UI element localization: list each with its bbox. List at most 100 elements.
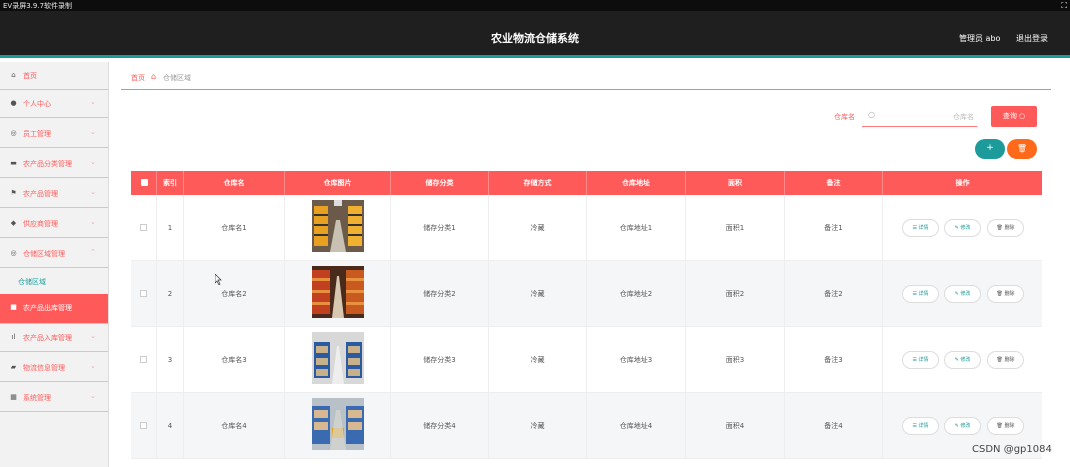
truck-icon: ▰ [10,363,17,371]
globe-icon: ◎ [10,129,17,137]
index-cell: 1 [157,195,184,261]
add-button[interactable]: + [975,139,1005,159]
sidebar-item-label: 物流信息管理 [23,364,65,372]
sidebar-item-inbound[interactable]: ıl 农产品入库管理 ⌄ [0,324,108,352]
address-cell: 仓库地址1 [587,195,686,261]
detail-button[interactable]: ☰ 详情 [902,351,939,369]
name-cell: 仓库名3 [184,327,285,393]
search-icon: ○ [868,110,875,119]
sidebar-item-label: 员工管理 [23,130,51,138]
sidebar-item-system[interactable]: ▦ 系统管理 ⌄ [0,384,108,412]
recorder-title: EV录屏3.9.7软件录制 [3,2,73,10]
warehouse-image [312,200,364,252]
warehouse-image [312,398,364,450]
note-cell: 备注1 [785,195,883,261]
sidebar-item-product[interactable]: ⚑ 农产品管理 ⌄ [0,180,108,208]
expand-icon[interactable]: ⛶ [1061,1,1067,11]
query-button[interactable]: 查询 ○ [991,106,1037,127]
index-cell: 4 [157,393,184,459]
sidebar-item-label: 首页 [23,72,37,80]
address-cell: 仓库地址3 [587,327,686,393]
checkbox-cell [131,195,157,261]
chevron-down-icon: ⌄ [90,392,96,400]
pin-icon: ◆ [10,219,17,227]
edit-button[interactable]: ✎ 修改 [944,285,981,303]
sidebar-item-label: 农产品管理 [23,190,58,198]
column-header: 仓库名 [184,171,285,195]
row-checkbox[interactable] [140,356,147,363]
name-cell: 仓库名4 [184,393,285,459]
sidebar-item-product-category[interactable]: ▬ 农产品分类管理 ⌄ [0,150,108,178]
detail-button[interactable]: ☰ 详情 [902,285,939,303]
address-cell: 仓库地址4 [587,393,686,459]
category-cell: 储存分类3 [391,327,489,393]
sidebar-item-label: 农产品入库管理 [23,334,72,342]
search-input[interactable] [882,108,976,125]
row-checkbox[interactable] [140,290,147,297]
table-row: 2 仓库名2 储存分类2 冷藏 仓库地址2 面积2 备注2 ☰ 详情 ✎ 修改 [131,261,1042,327]
area-cell: 面积1 [686,195,785,261]
sidebar-item-personal-center[interactable]: ● 个人中心 ⌄ [0,90,108,118]
row-checkbox[interactable] [140,422,147,429]
home-icon: ⌂ [11,71,16,79]
search-label: 仓库名 [834,113,855,121]
table-row: 3 仓库名3 储存分类3 冷藏 仓库地址3 面积3 备注3 ☰ 详情 ✎ 修改 [131,327,1042,393]
sidebar-item-label: 农产品分类管理 [23,160,72,168]
breadcrumb: 首页 ⌂ 仓储区域 [121,66,1051,90]
delete-button[interactable]: 🗑 删除 [987,285,1024,303]
sidebar-subitem-label: 仓储区域 [18,278,46,286]
delete-button[interactable]: 🗑 删除 [987,351,1024,369]
delete-button[interactable]: 🗑 删除 [987,219,1024,237]
column-header: 仓库地址 [587,171,686,195]
select-all-checkbox[interactable] [141,179,148,186]
top-header: 农业物流仓储系统 管理员 abo 退出登录 [0,11,1070,58]
address-cell: 仓库地址2 [587,261,686,327]
warehouse-image [312,266,364,318]
batch-delete-button[interactable]: 🗑 [1007,139,1037,159]
method-cell: 冷藏 [489,195,587,261]
chevron-up-icon: ⌃ [90,248,96,256]
chevron-down-icon: ⌄ [90,158,96,166]
detail-button[interactable]: ☰ 详情 [902,417,939,435]
table-header: 索引 仓库名 仓库图片 储存分类 存储方式 仓库地址 面积 备注 操作 [131,171,1042,195]
index-cell: 3 [157,327,184,393]
sidebar-item-storage-area[interactable]: ◎ 仓储区域管理 ⌃ [0,240,108,268]
header-checkbox-cell [131,171,157,195]
name-cell: 仓库名1 [184,195,285,261]
method-cell: 冷藏 [489,327,587,393]
breadcrumb-current: 仓储区域 [163,74,191,82]
warehouse-image [312,332,364,384]
row-checkbox[interactable] [140,224,147,231]
column-header: 储存分类 [391,171,489,195]
sidebar-subitem-storage-area[interactable]: 仓储区域 [0,268,108,294]
edit-button[interactable]: ✎ 修改 [944,219,981,237]
sidebar-item-home[interactable]: ⌂ 首页 [0,62,108,90]
edit-button[interactable]: ✎ 修改 [944,351,981,369]
chevron-down-icon: ⌄ [90,362,96,370]
category-cell: 储存分类1 [391,195,489,261]
sidebar-item-supplier[interactable]: ◆ 供应商管理 ⌄ [0,210,108,238]
sidebar-item-outbound[interactable]: ■ 农产品出库管理 [0,294,108,324]
sidebar-item-label: 仓储区域管理 [23,250,65,258]
area-cell: 面积3 [686,327,785,393]
note-cell: 备注4 [785,393,883,459]
sidebar-item-logistics[interactable]: ▰ 物流信息管理 ⌄ [0,354,108,382]
app-title: 农业物流仓储系统 [491,32,579,45]
detail-button[interactable]: ☰ 详情 [902,219,939,237]
watermark: CSDN @gp1084 [972,444,1052,455]
breadcrumb-home[interactable]: 首页 [131,73,145,83]
column-header: 仓库图片 [285,171,391,195]
sidebar-item-staff[interactable]: ◎ 员工管理 ⌄ [0,120,108,148]
chevron-down-icon: ⌄ [90,218,96,226]
table-row: 1 仓库名1 储存分类1 冷藏 仓库地址1 面积1 备注1 ☰ 详情 ✎ 修改 … [131,195,1042,261]
logout-link[interactable]: 退出登录 [1016,33,1048,44]
column-header: 备注 [785,171,883,195]
category-cell: 储存分类4 [391,393,489,459]
home-icon: ⌂ [151,72,157,81]
trash-icon: 🗑 [1016,144,1028,153]
chevron-down-icon: ⌄ [90,188,96,196]
edit-button[interactable]: ✎ 修改 [944,417,981,435]
delete-button[interactable]: 🗑 删除 [987,417,1024,435]
checkbox-cell [131,327,157,393]
sidebar-item-label: 系统管理 [23,394,51,402]
